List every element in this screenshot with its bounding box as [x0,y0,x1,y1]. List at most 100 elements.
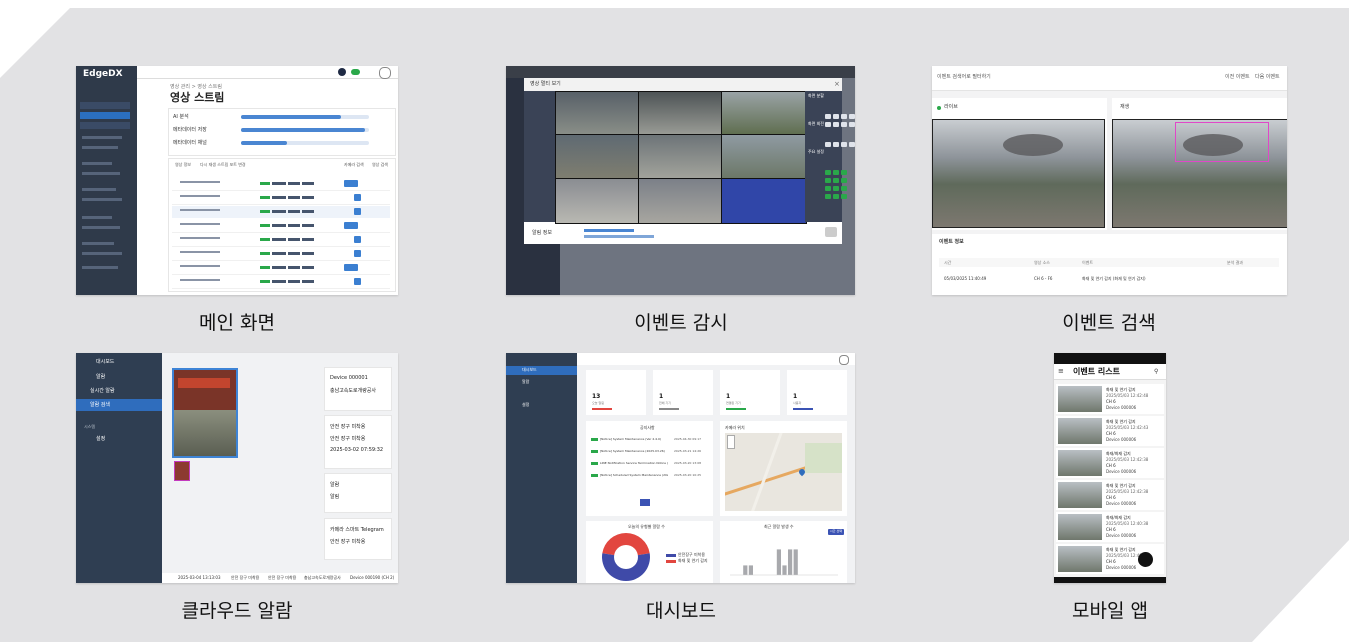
cloud-sidebar: 대시보드 알람 실시간 알람 알람 검색 시스템 설정 [76,353,162,583]
setting-toggle[interactable] [833,186,839,191]
dialog-close-icon[interactable]: × [834,81,840,88]
setting-toggle[interactable] [833,170,839,175]
bar-chart [730,549,838,576]
zoom-controls[interactable] [727,435,735,449]
menu-realtime-alarm[interactable]: 실시간 알람 [90,389,115,394]
notice-title[interactable]: [Notice] System Maintenance (2025.03.26) [600,449,668,453]
layout-button[interactable] [833,122,839,127]
menu-alarm-search[interactable]: 알람 검색 [90,403,110,408]
layout-button[interactable] [833,142,839,147]
row-action-button[interactable] [354,194,361,201]
setting-toggle[interactable] [833,178,839,183]
setting-toggle[interactable] [841,170,847,175]
alarm-snapshot [172,368,238,458]
bar-mark [782,565,787,575]
kpi-value: 1 [793,393,798,400]
menu-icon[interactable]: ≡ [1058,368,1064,375]
footer-type: 안전 장구 미착용 [231,575,260,580]
layout-button[interactable] [849,122,855,127]
menu-alarm[interactable]: 알람 [96,375,105,380]
row-action-button[interactable] [354,278,361,285]
main-screen-screenshot[interactable]: EdgeDX 영상 관리 > 영상 스트림 영상 스트림 AI 분석 메타데이터… [76,66,398,295]
dashboard-sidebar: 대시보드 알람 설정 [506,353,577,583]
menu-alarm[interactable]: 알람 [522,380,529,384]
setting-toggle[interactable] [825,178,831,183]
setting-toggle[interactable] [841,186,847,191]
rotate-label: 화면 회전 [808,121,824,126]
notice-badge [591,474,598,477]
menu-settings[interactable]: 설정 [96,437,105,442]
setting-toggle[interactable] [841,178,847,183]
layout-button[interactable] [849,142,855,147]
layout-button[interactable] [825,114,831,119]
notice-title[interactable]: LINE Notification Service Termination No… [600,461,668,465]
menu-settings[interactable]: 설정 [522,403,529,407]
cloud-alarm-screenshot[interactable]: 대시보드 알람 실시간 알람 알람 검색 시스템 설정 Device 00000… [76,353,398,583]
event-time: 2025/05/03 12:42:48 [1106,393,1149,398]
row-tag [272,196,286,199]
event-search-screenshot[interactable]: 이벤트 검색어로 필터하기 이전 이벤트 다음 이벤트 라이브 재생 이벤트 정… [932,66,1287,295]
setting-toggle[interactable] [825,186,831,191]
stream-info-button[interactable]: 영상 정보 [175,163,191,167]
stream-port-button[interactable]: 다시 재생 스트림 포트 변경 [200,163,246,167]
row-status-badge [260,182,270,185]
layout-button[interactable] [825,142,831,147]
notice-title[interactable]: [Notice] System Maintenance (Ver 2.4.0) [600,437,668,441]
td-source: CH 6 - F6 [1034,276,1053,281]
bar-mark [793,549,798,575]
prev-event-button[interactable]: 이전 이벤트 [1225,75,1250,80]
search-input[interactable]: 이벤트 검색어로 필터하기 [937,75,991,80]
mobile-app-screenshot[interactable]: ≡ 이벤트 리스트 ⚲ 화재 및 연기 감지 2025/05/03 12:42:4… [1054,353,1166,583]
alarm-card-value: 안전 장구 미착용 [330,436,366,442]
event-device: Device 000006 [1106,565,1137,570]
event-device: Device 000006 [1106,469,1137,474]
th-result: 분석 결과 [1227,260,1243,265]
row-tag [272,224,286,227]
menu-dashboard[interactable]: 대시보드 [522,368,537,372]
kpi-label: 사용자 [793,401,802,405]
row-name [180,223,220,225]
alarm-card-value: 알람 [330,482,340,488]
row-action-button[interactable] [354,236,361,243]
setting-toggle[interactable] [825,194,831,199]
event-monitor-screenshot[interactable]: 영상 멀티 보기 × 화면 분할 화면 회전 주요 설정 알림 정보 [506,66,855,295]
event-thumbnail [1058,546,1102,572]
layout-button[interactable] [841,142,847,147]
footer-device: Device 000190 (CH 2) [350,575,395,580]
setting-toggle[interactable] [833,194,839,199]
next-event-button[interactable]: 다음 이벤트 [1255,75,1280,80]
menu-dashboard[interactable]: 대시보드 [96,360,114,365]
camera-map[interactable] [725,433,842,511]
camera-search-button[interactable]: 카메라 검색 [344,163,364,167]
layout-button[interactable] [841,114,847,119]
row-action-button[interactable] [344,264,358,271]
bar-mark [748,565,753,575]
notice-title[interactable]: [Notice] Scheduled System Maintenance (2… [600,473,668,477]
avatar[interactable] [839,355,849,365]
row-status-badge [260,210,270,213]
row-status-badge [260,266,270,269]
row-action-button[interactable] [354,250,361,257]
fab-button[interactable] [1138,552,1153,567]
video-search-button[interactable]: 영상 검색 [372,163,388,167]
row-action-button[interactable] [344,180,358,187]
time-select-button[interactable]: 시간 선택 [830,530,842,533]
row-tag [302,238,314,241]
event-device: Device 000006 [1106,437,1137,442]
layout-button[interactable] [849,114,855,119]
row-action-button[interactable] [354,208,361,215]
event-thumbnail [1058,450,1102,476]
layout-button[interactable] [833,114,839,119]
dashboard-screenshot[interactable]: 대시보드 알람 설정 13 오늘 알림 1 전체 기기 1 연결된 기기 1 사용자 공지사항… [506,353,855,583]
row-action-button[interactable] [344,222,358,229]
search-icon[interactable]: ⚲ [1154,369,1158,375]
setting-toggle[interactable] [841,194,847,199]
setting-toggle[interactable] [825,170,831,175]
layout-button[interactable] [825,122,831,127]
row-name [180,181,220,183]
row-tag [288,280,300,283]
layout-button[interactable] [841,122,847,127]
kpi-value: 1 [659,393,664,400]
event-channel: CH 6 [1106,431,1116,436]
alarm-thumbnail[interactable] [174,461,190,481]
